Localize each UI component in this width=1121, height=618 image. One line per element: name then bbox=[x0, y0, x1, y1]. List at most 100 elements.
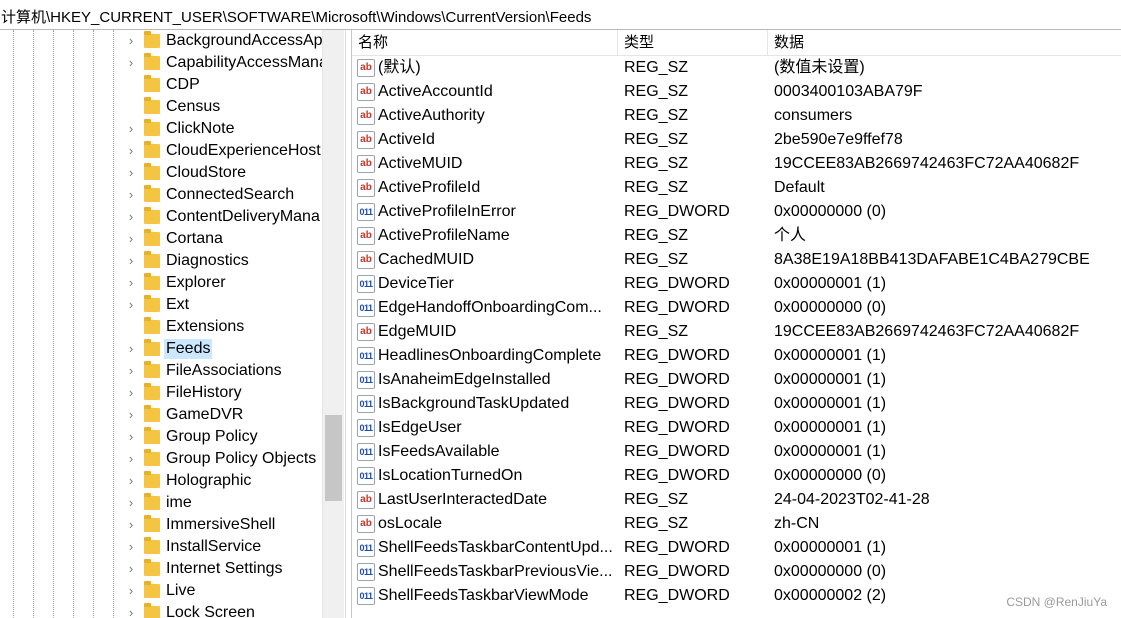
tree-item-label: FileAssociations bbox=[166, 362, 282, 379]
chevron-right-icon[interactable]: › bbox=[124, 118, 138, 140]
chevron-right-icon[interactable]: › bbox=[124, 162, 138, 184]
address-bar[interactable]: 计算机\HKEY_CURRENT_USER\SOFTWARE\Microsoft… bbox=[0, 0, 1121, 30]
chevron-right-icon[interactable]: › bbox=[124, 272, 138, 294]
tree-item[interactable]: › CloudStore bbox=[0, 162, 322, 184]
chevron-right-icon[interactable]: › bbox=[124, 30, 138, 52]
tree-item[interactable]: › FileAssociations bbox=[0, 360, 322, 382]
tree-item[interactable]: › Internet Settings bbox=[0, 558, 322, 580]
tree-item[interactable]: › CapabilityAccessMana bbox=[0, 52, 328, 74]
tree-item-label: Lock Screen bbox=[166, 604, 255, 618]
chevron-right-icon[interactable]: › bbox=[124, 140, 138, 162]
value-row[interactable]: 011 IsBackgroundTaskUpdated REG_DWORD 0x000… bbox=[352, 392, 1121, 416]
folder-icon bbox=[144, 75, 160, 92]
tree-item[interactable]: › CloudExperienceHost bbox=[0, 140, 322, 162]
value-row[interactable]: 011 HeadlinesOnboardingComplete REG_DWORD 0… bbox=[352, 344, 1121, 368]
value-row[interactable]: 011 IsFeedsAvailable REG_DWORD 0x00000001 (… bbox=[352, 440, 1121, 464]
value-row[interactable]: ab ActiveMUID REG_SZ 19CCEE83AB2669742463FC… bbox=[352, 152, 1121, 176]
tree-item[interactable]: CDP bbox=[0, 74, 322, 96]
chevron-right-icon[interactable]: › bbox=[124, 426, 138, 448]
value-row[interactable]: ab LastUserInteractedDate REG_SZ 24-04-2023… bbox=[352, 488, 1121, 512]
value-data: 19CCEE83AB2669742463FC72AA40682F bbox=[774, 323, 1080, 340]
tree-item[interactable]: › Holographic bbox=[0, 470, 322, 492]
tree-item[interactable]: › Feeds bbox=[0, 338, 322, 360]
value-row[interactable]: 011 EdgeHandoffOnboardingCom... REG_DWORD 0… bbox=[352, 296, 1121, 320]
value-name: ShellFeedsTaskbarViewMode bbox=[378, 587, 589, 604]
chevron-right-icon[interactable]: › bbox=[124, 580, 138, 602]
value-row[interactable]: ab ActiveAccountId REG_SZ 0003400103ABA79F bbox=[352, 80, 1121, 104]
value-row[interactable]: 011 DeviceTier REG_DWORD 0x00000001 (1) bbox=[352, 272, 1121, 296]
string-value-icon: ab bbox=[357, 491, 375, 509]
chevron-right-icon[interactable]: › bbox=[124, 382, 138, 404]
value-row[interactable]: ab CachedMUID REG_SZ 8A38E19A18BB413DAFABE1… bbox=[352, 248, 1121, 272]
chevron-right-icon[interactable]: › bbox=[124, 250, 138, 272]
tree-item[interactable]: › ContentDeliveryMana bbox=[0, 206, 322, 228]
chevron-right-icon[interactable]: › bbox=[124, 448, 138, 470]
tree-scrollbar[interactable] bbox=[322, 30, 344, 618]
tree-item[interactable]: › ImmersiveShell bbox=[0, 514, 322, 536]
value-row[interactable]: ab ActiveAuthority REG_SZ consumers bbox=[352, 104, 1121, 128]
tree-item[interactable]: › GameDVR bbox=[0, 404, 322, 426]
folder-icon bbox=[144, 449, 160, 466]
value-row[interactable]: 011 ShellFeedsTaskbarPreviousVie... REG_DW… bbox=[352, 560, 1121, 584]
chevron-right-icon[interactable]: › bbox=[124, 536, 138, 558]
tree-item-label: CDP bbox=[166, 76, 200, 93]
chevron-right-icon[interactable]: › bbox=[124, 404, 138, 426]
value-type: REG_SZ bbox=[624, 155, 689, 172]
tree-item[interactable]: › BackgroundAccessAp bbox=[0, 30, 323, 52]
chevron-right-icon[interactable]: › bbox=[124, 602, 138, 618]
chevron-right-icon[interactable]: › bbox=[124, 228, 138, 250]
value-row[interactable]: ab EdgeMUID REG_SZ 19CCEE83AB2669742463FC72… bbox=[352, 320, 1121, 344]
value-type: REG_DWORD bbox=[624, 443, 730, 460]
value-row[interactable]: 011 IsEdgeUser REG_DWORD 0x00000001 (1) bbox=[352, 416, 1121, 440]
column-header-data[interactable]: 数据 bbox=[768, 30, 1121, 56]
tree-item[interactable]: › Group Policy bbox=[0, 426, 322, 448]
tree-item[interactable]: › ime bbox=[0, 492, 322, 514]
chevron-right-icon[interactable]: › bbox=[124, 206, 138, 228]
tree-item[interactable]: › Ext bbox=[0, 294, 322, 316]
value-row[interactable]: 011 IsAnaheimEdgeInstalled REG_DWORD 0x0000… bbox=[352, 368, 1121, 392]
value-row[interactable]: 011 IsLocationTurnedOn REG_DWORD 0x00000000… bbox=[352, 464, 1121, 488]
value-name: CachedMUID bbox=[378, 251, 475, 268]
tree-item[interactable]: › Live bbox=[0, 580, 322, 602]
value-data: Default bbox=[774, 179, 825, 196]
chevron-right-icon[interactable]: › bbox=[124, 338, 138, 360]
value-row[interactable]: ab osLocale REG_SZ zh-CN bbox=[352, 512, 1121, 536]
chevron-right-icon[interactable]: › bbox=[124, 52, 138, 74]
value-type: REG_SZ bbox=[624, 83, 689, 100]
tree-item[interactable]: Extensions bbox=[0, 316, 322, 338]
value-row[interactable]: ab ActiveId REG_SZ 2be590e7e9ffef78 bbox=[352, 128, 1121, 152]
tree-item[interactable]: Census bbox=[0, 96, 322, 118]
chevron-right-icon[interactable]: › bbox=[124, 558, 138, 580]
value-row[interactable]: ab ActiveProfileId REG_SZ Default bbox=[352, 176, 1121, 200]
chevron-right-icon[interactable]: › bbox=[124, 294, 138, 316]
tree-item[interactable]: › InstallService bbox=[0, 536, 322, 558]
value-row[interactable]: 011 ActiveProfileInError REG_DWORD 0x000000… bbox=[352, 200, 1121, 224]
tree-item[interactable]: › Cortana bbox=[0, 228, 322, 250]
chevron-right-icon[interactable]: › bbox=[124, 184, 138, 206]
chevron-right-icon[interactable]: › bbox=[124, 492, 138, 514]
column-header-type[interactable]: 类型 bbox=[618, 30, 768, 56]
tree-item[interactable]: › Diagnostics bbox=[0, 250, 322, 272]
tree-item[interactable]: › Group Policy Objects bbox=[0, 448, 322, 470]
chevron-right-icon[interactable]: › bbox=[124, 470, 138, 492]
tree-item[interactable]: › Explorer bbox=[0, 272, 322, 294]
value-row[interactable]: ab (默认) REG_SZ (数值未设置) bbox=[352, 56, 1121, 80]
tree-scrollbar-thumb[interactable] bbox=[325, 415, 342, 501]
tree-item[interactable]: › Lock Screen bbox=[0, 602, 322, 618]
chevron-right-icon[interactable]: › bbox=[124, 514, 138, 536]
value-name: IsAnaheimEdgeInstalled bbox=[378, 371, 551, 388]
value-row[interactable]: ab ActiveProfileName REG_SZ 个人 bbox=[352, 224, 1121, 248]
value-data: 19CCEE83AB2669742463FC72AA40682F bbox=[774, 155, 1080, 172]
column-header-name[interactable]: 名称 bbox=[352, 30, 618, 56]
tree-item[interactable]: › ConnectedSearch bbox=[0, 184, 322, 206]
tree-item-label: ConnectedSearch bbox=[166, 186, 295, 203]
value-list: ab (默认) REG_SZ (数值未设置) ab ActiveAccountId REG_… bbox=[352, 56, 1121, 608]
chevron-right-icon[interactable]: › bbox=[124, 360, 138, 382]
pane-splitter[interactable] bbox=[345, 30, 352, 618]
tree-item-label: Census bbox=[166, 98, 221, 115]
string-value-icon: ab bbox=[357, 179, 375, 197]
value-name: LastUserInteractedDate bbox=[378, 491, 547, 508]
tree-item[interactable]: › ClickNote bbox=[0, 118, 322, 140]
tree-item[interactable]: › FileHistory bbox=[0, 382, 322, 404]
value-row[interactable]: 011 ShellFeedsTaskbarContentUpd... REG_DWO… bbox=[352, 536, 1121, 560]
